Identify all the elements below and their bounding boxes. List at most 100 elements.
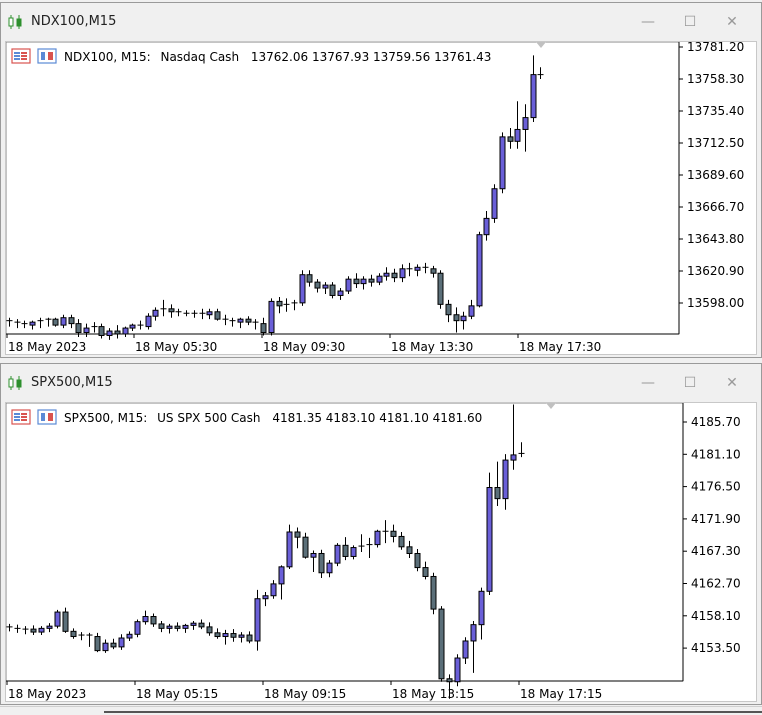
candle-body — [486, 487, 493, 592]
time-label: 18 May 05:30 — [135, 340, 217, 354]
candlestick-chart-icon — [7, 375, 25, 394]
candle-body — [446, 678, 453, 683]
candle — [391, 268, 398, 283]
spx-chart-window[interactable]: SPX500,M15 — ☐ ✕ SPX500, M15: US SPX 500… — [0, 363, 762, 705]
chart-area[interactable]: NDX100, M15: Nasdaq Cash 13762.06 13767.… — [5, 41, 757, 355]
shift-marker-icon[interactable] — [546, 403, 556, 409]
candle — [182, 623, 189, 633]
candle — [422, 561, 429, 580]
candle — [414, 549, 421, 572]
candle — [222, 629, 229, 645]
candle — [229, 317, 236, 327]
candle-body — [376, 275, 383, 283]
candle — [445, 299, 452, 323]
price-label: 13598.00 — [687, 296, 744, 310]
candle — [206, 308, 213, 320]
candle — [214, 628, 221, 639]
candle — [537, 67, 544, 80]
candle — [322, 282, 329, 294]
candle — [358, 534, 365, 553]
info-bar: NDX100, M15: Nasdaq Cash 13762.06 13767.… — [11, 48, 491, 64]
candle-body — [398, 535, 405, 548]
candle — [360, 276, 367, 290]
candle-body — [237, 318, 244, 323]
candle-body — [62, 611, 69, 632]
price-label: 4185.70 — [691, 415, 741, 429]
candle — [299, 270, 306, 306]
time-label: 18 May 05:15 — [136, 687, 218, 701]
candle — [183, 310, 190, 317]
close-icon[interactable]: ✕ — [721, 11, 743, 33]
candle — [518, 442, 525, 458]
candle — [376, 273, 383, 286]
minimize-icon[interactable]: — — [637, 11, 659, 33]
minimize-icon[interactable]: — — [637, 372, 659, 394]
maximize-icon[interactable]: ☐ — [679, 11, 701, 33]
candle-body — [522, 117, 529, 130]
price-label: 13781.20 — [687, 42, 744, 54]
shift-marker-icon[interactable] — [536, 42, 546, 48]
candle-body — [94, 636, 101, 652]
time-label: 18 May 17:30 — [519, 340, 601, 354]
maximize-icon[interactable]: ☐ — [679, 372, 701, 394]
price-scale[interactable]: 4185.70 4181.10 4176.50 4171.90 4167.30 4162.… — [683, 415, 741, 655]
candle-body — [314, 281, 321, 289]
market-depth-icon[interactable] — [37, 409, 57, 425]
candle — [398, 531, 405, 550]
candle — [198, 619, 205, 630]
spx-candlestick-chart[interactable]: SPX500, M15: US SPX 500 Cash 4181.35 418… — [6, 403, 758, 701]
candle-body — [114, 330, 121, 335]
candle-body — [38, 627, 45, 633]
candle — [54, 609, 61, 629]
time-scale[interactable]: 18 May 2023 18 May 05:30 18 May 09:30 18 Ma… — [6, 334, 601, 354]
candle — [522, 104, 529, 152]
candle-body — [29, 321, 36, 326]
candle-body — [270, 583, 277, 597]
candle — [175, 308, 182, 317]
candle — [37, 317, 44, 329]
ndx-candlestick-chart[interactable]: NDX100, M15: Nasdaq Cash 13762.06 13767.… — [6, 42, 758, 354]
time-label: 18 May 2023 — [8, 687, 86, 701]
candle — [158, 620, 165, 633]
candle — [150, 613, 157, 627]
close-icon[interactable]: ✕ — [721, 372, 743, 394]
ndx-chart-window[interactable]: NDX100,M15 — ☐ ✕ NDX100, M15: Nasdaq Cas… — [0, 2, 762, 358]
candle — [110, 638, 117, 650]
window-titlebar[interactable]: SPX500,M15 — ☐ ✕ — [1, 364, 761, 402]
candle — [491, 184, 498, 223]
price-scale[interactable]: 13781.20 13758.30 13735.40 13712.50 13689.60… — [679, 42, 744, 310]
candle — [507, 127, 514, 149]
candle — [337, 288, 344, 300]
candle — [329, 282, 336, 299]
candle-body — [122, 327, 129, 335]
candle-body — [278, 566, 285, 585]
candle-body — [52, 318, 59, 326]
candle — [137, 320, 144, 330]
price-label: 13666.70 — [687, 200, 744, 214]
candle-body — [174, 625, 181, 629]
candle — [302, 532, 309, 559]
window-title: SPX500,M15 — [31, 375, 113, 390]
price-label: 4171.90 — [691, 512, 741, 526]
candle-body — [238, 634, 245, 638]
candle-body — [246, 634, 253, 642]
candle — [262, 592, 269, 607]
one-click-trading-icon[interactable] — [11, 48, 31, 64]
candle — [122, 326, 129, 337]
candle-body — [383, 272, 390, 277]
time-scale[interactable]: 18 May 2023 18 May 05:15 18 May 09:15 18 Ma… — [6, 681, 602, 701]
candle-body — [245, 318, 252, 323]
candle-body — [454, 657, 461, 683]
one-click-trading-icon[interactable] — [11, 409, 31, 425]
candle-body — [453, 314, 460, 322]
window-titlebar[interactable]: NDX100,M15 — ☐ ✕ — [1, 3, 761, 41]
candles — [6, 404, 525, 699]
market-depth-icon[interactable] — [37, 48, 57, 64]
chart-area[interactable]: SPX500, M15: US SPX 500 Cash 4181.35 418… — [5, 402, 757, 702]
candle-body — [530, 74, 537, 119]
candle — [52, 317, 59, 327]
candle-body — [214, 311, 221, 320]
candle — [483, 210, 490, 241]
candle — [45, 317, 52, 327]
candle — [168, 304, 175, 318]
